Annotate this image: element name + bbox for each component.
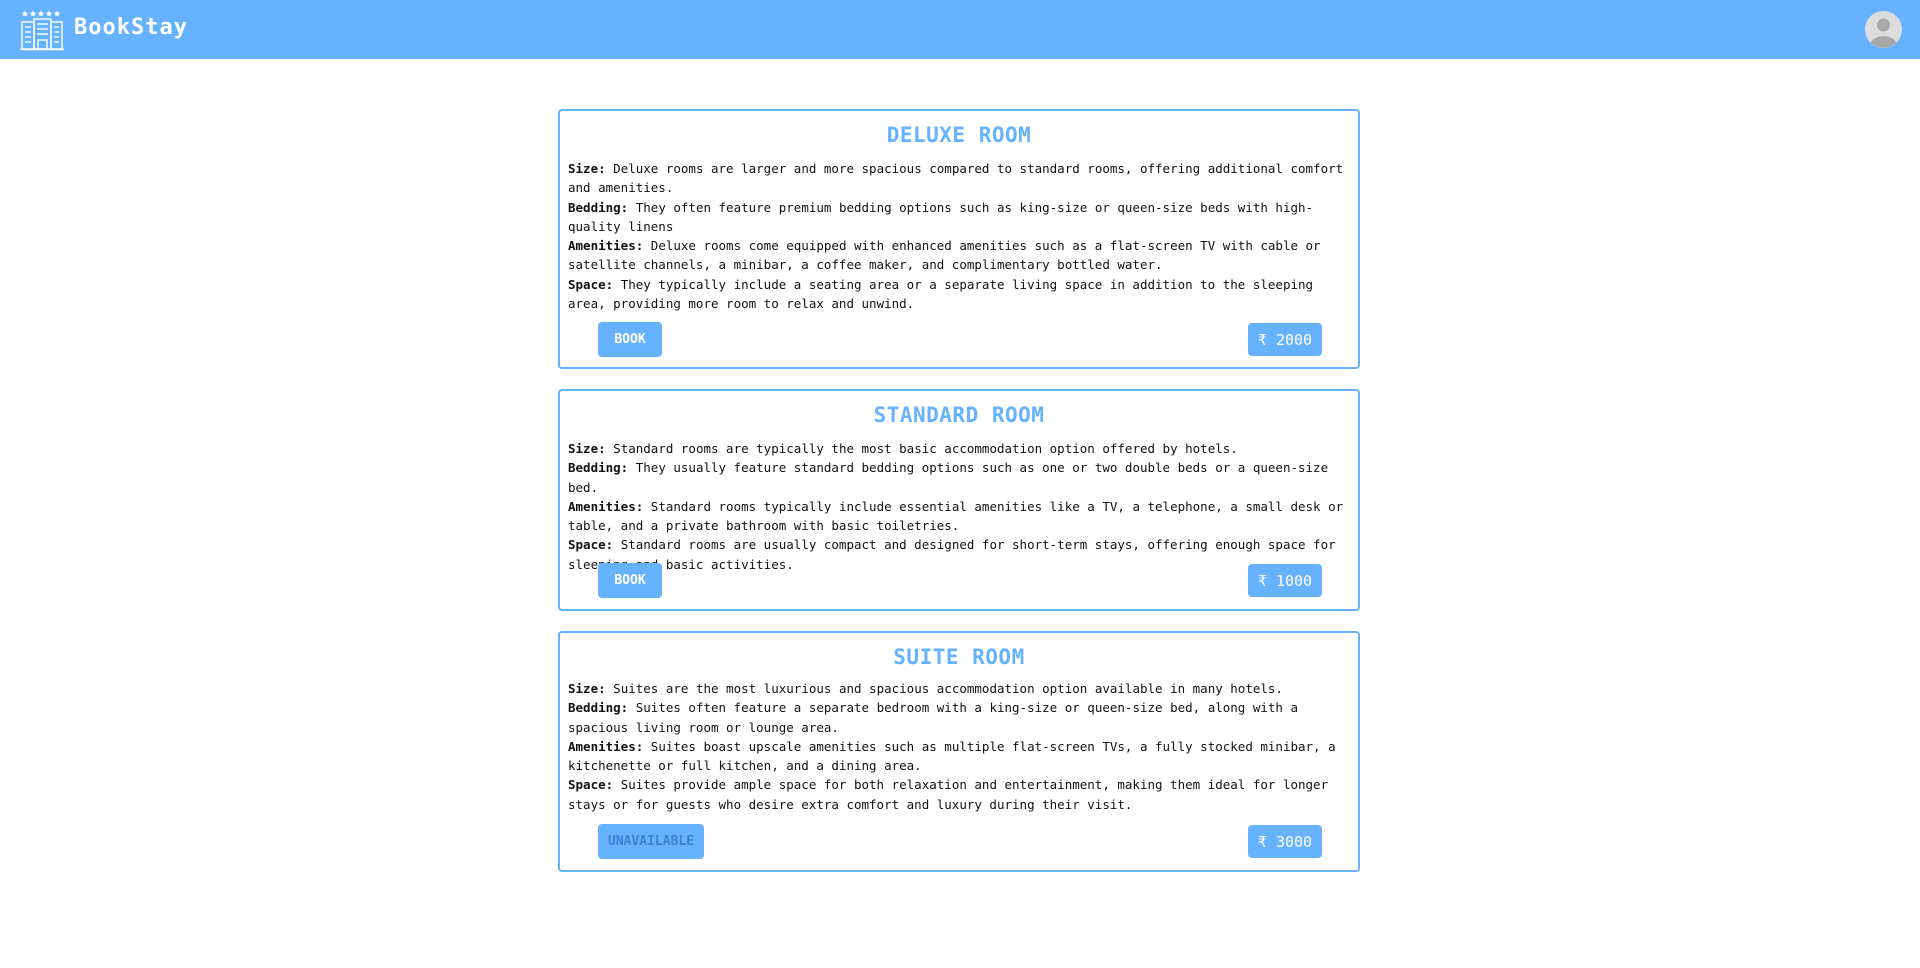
size-text: Suites are the most luxurious and spacio…: [613, 681, 1283, 696]
price-badge: ₹ 3000: [1248, 825, 1322, 858]
amenities-text: Suites boast upscale amenities such as m…: [568, 738, 1336, 774]
brand-name[interactable]: BookStay: [74, 15, 188, 40]
amenities-label: Amenities:: [568, 238, 644, 254]
space-label: Space:: [568, 276, 614, 292]
size-label: Size:: [568, 681, 606, 696]
bedding-text: They usually feature standard bedding op…: [568, 460, 1329, 495]
size-line: Size: Standard rooms are typically the m…: [568, 439, 1348, 458]
space-line: Space: Standard rooms are usually compac…: [568, 535, 1348, 574]
size-label: Size:: [568, 161, 606, 176]
space-label: Space:: [568, 777, 614, 793]
bedding-line: Bedding: Suites often feature a separate…: [568, 698, 1348, 737]
amenities-line: Amenities: Deluxe rooms come equipped wi…: [568, 236, 1348, 275]
size-line: Size: Suites are the most luxurious and …: [568, 679, 1348, 698]
amenities-label: Amenities:: [568, 738, 644, 754]
space-text: Suites provide ample space for both rela…: [568, 777, 1329, 812]
room-description: Size: Deluxe rooms are larger and more s…: [568, 159, 1348, 313]
room-title: STANDARD ROOM: [873, 403, 1045, 427]
space-line: Space: Suites provide ample space for bo…: [568, 775, 1348, 814]
room-title: DELUXE ROOM: [886, 123, 1032, 147]
room-card-suite: SUITE ROOM Size: Suites are the most lux…: [558, 631, 1360, 872]
bedding-label: Bedding:: [568, 700, 629, 716]
space-line: Space: They typically include a seating …: [568, 275, 1348, 314]
space-text: Standard rooms are usually compact and d…: [568, 537, 1336, 572]
size-text: Standard rooms are typically the most ba…: [613, 441, 1238, 456]
bedding-label: Bedding:: [568, 460, 629, 476]
book-button[interactable]: BOOK: [598, 563, 662, 598]
price-badge: ₹ 1000: [1248, 564, 1322, 597]
space-text: They typically include a seating area or…: [568, 276, 1314, 312]
bedding-text: Suites often feature a separate bedroom …: [568, 700, 1299, 735]
top-navbar: BookStay: [0, 0, 1920, 59]
room-description: Size: Standard rooms are typically the m…: [568, 439, 1348, 574]
room-title: SUITE ROOM: [893, 645, 1025, 669]
size-label: Size:: [568, 441, 606, 456]
bedding-text: They often feature premium bedding optio…: [568, 199, 1314, 234]
room-description: Size: Suites are the most luxurious and …: [568, 679, 1348, 814]
bedding-line: Bedding: They often feature premium bedd…: [568, 198, 1348, 237]
bedding-line: Bedding: They usually feature standard b…: [568, 458, 1348, 497]
price-badge: ₹ 2000: [1248, 323, 1322, 356]
amenities-text: Deluxe rooms come equipped with enhanced…: [568, 238, 1321, 273]
amenities-label: Amenities:: [568, 498, 644, 514]
book-button[interactable]: BOOK: [598, 322, 662, 357]
unavailable-button[interactable]: UNAVAILABLE: [598, 824, 704, 859]
bedding-label: Bedding:: [568, 199, 629, 215]
amenities-line: Amenities: Suites boast upscale amenitie…: [568, 737, 1348, 776]
space-label: Space:: [568, 537, 614, 553]
user-avatar-icon[interactable]: [1865, 11, 1902, 48]
amenities-text: Standard rooms typically include essenti…: [568, 498, 1344, 534]
size-line: Size: Deluxe rooms are larger and more s…: [568, 159, 1348, 198]
room-card-standard: STANDARD ROOM Size: Standard rooms are t…: [558, 389, 1360, 611]
size-text: Deluxe rooms are larger and more spaciou…: [568, 161, 1344, 196]
hotel-building-icon[interactable]: [20, 9, 64, 51]
amenities-line: Amenities: Standard rooms typically incl…: [568, 497, 1348, 536]
room-card-deluxe: DELUXE ROOM Size: Deluxe rooms are large…: [558, 109, 1360, 369]
